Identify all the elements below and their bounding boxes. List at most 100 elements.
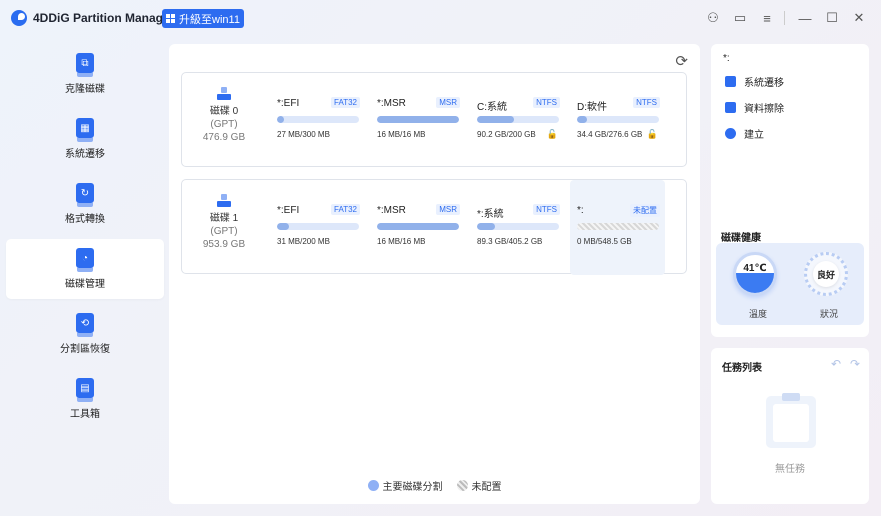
partition-usage: 27 MB/300 MB — [277, 130, 330, 139]
disk-type: (GPT) — [210, 226, 238, 237]
status-value: 良好 — [813, 261, 839, 287]
partition[interactable]: *:MSR MSR 16 MB/16 MB — [370, 180, 465, 275]
redo-icon[interactable]: ↷ — [850, 357, 860, 371]
partition-usage: 31 MB/200 MB — [277, 237, 330, 246]
legend: 主要磁碟分割 未配置 — [169, 478, 700, 493]
partition[interactable]: *:EFI FAT32 31 MB/200 MB — [270, 180, 365, 275]
upgrade-label: 升級至win11 — [179, 13, 240, 26]
unallocated-swatch-icon — [456, 480, 468, 491]
create-partition-icon — [725, 128, 736, 139]
usage-bar — [377, 116, 459, 123]
filesystem-badge: 未配置 — [630, 204, 660, 217]
partition-name: D:軟件 — [577, 102, 607, 113]
usage-bar-fill — [277, 116, 285, 123]
account-icon[interactable]: ⚇ — [701, 8, 725, 28]
action-create[interactable]: 建立 — [725, 126, 764, 141]
partition-name: *:MSR — [377, 205, 406, 216]
operations-panel: *: 系統遷移 資料擦除 建立 磁碟健康 41℃ 良好 溫度 狀況 — [711, 44, 869, 337]
partition[interactable]: *:MSR MSR 16 MB/16 MB — [370, 73, 465, 168]
sidebar-item-toolbox[interactable]: ▤ 工具箱 — [6, 369, 164, 429]
sidebar-item-label: 系統遷移 — [65, 149, 105, 160]
action-label: 資料擦除 — [744, 104, 784, 115]
status-label: 狀況 — [819, 309, 838, 319]
maximize-icon[interactable]: ☐ — [820, 8, 844, 28]
partition-unallocated[interactable]: *: 未配置 0 MB/548.5 GB — [570, 180, 665, 275]
usage-bar — [377, 223, 459, 230]
title-bar: 4DDiG Partition Manager 升級至win11 ⚇ ▭ ≡ —… — [0, 0, 881, 36]
usage-bar — [277, 116, 359, 123]
usage-bar-fill — [477, 116, 514, 123]
partition-recovery-icon: ⟲ — [76, 313, 94, 337]
usage-bar — [477, 116, 559, 123]
legend-unallocated: 未配置 — [456, 478, 502, 493]
disk-name: 磁碟 1 — [209, 213, 239, 224]
task-list-title: 任務列表 — [722, 363, 762, 374]
partition-name: *:MSR — [377, 98, 406, 109]
disk-health-box: 41℃ 良好 溫度 狀況 — [716, 243, 864, 325]
disk-icon — [217, 87, 231, 100]
temperature-label: 溫度 — [748, 309, 767, 319]
partition[interactable]: C:系統 NTFS 90.2 GB/200 GB 🔓 — [470, 73, 565, 168]
legend-primary-label: 主要磁碟分割 — [382, 482, 443, 493]
temperature-gauge: 41℃ — [733, 252, 777, 296]
usage-bar-fill — [477, 223, 496, 230]
no-task-text: 無任務 — [775, 464, 805, 475]
usage-bar-fill — [377, 223, 459, 230]
filesystem-badge: NTFS — [533, 97, 560, 108]
partition-usage: 90.2 GB/200 GB — [477, 130, 536, 139]
sidebar-item-disk-management[interactable]: ◔ 磁碟管理 — [6, 239, 164, 299]
refresh-icon[interactable]: ⟳ — [675, 52, 688, 70]
action-data-wipe[interactable]: 資料擦除 — [725, 100, 784, 115]
unlock-icon: 🔓 — [546, 129, 558, 139]
upgrade-win11-button[interactable]: 升級至win11 — [162, 9, 244, 28]
usage-bar-fill — [577, 116, 587, 123]
toolbox-icon: ▤ — [76, 378, 94, 402]
partition-usage: 34.4 GB/276.6 GB — [577, 130, 643, 139]
sidebar-item-label: 分割區恢復 — [60, 344, 110, 355]
legend-primary: 主要磁碟分割 — [367, 478, 443, 493]
sidebar-item-clone-disk[interactable]: ⧉ 克隆磁碟 — [6, 44, 164, 104]
partition-usage: 0 MB/548.5 GB — [577, 237, 632, 246]
sidebar-item-label: 格式轉換 — [65, 214, 105, 225]
sidebar-item-system-migration[interactable]: ▦ 系統遷移 — [6, 109, 164, 169]
minimize-icon[interactable]: — — [793, 8, 817, 28]
feedback-icon[interactable]: ▭ — [728, 8, 752, 28]
partition[interactable]: D:軟件 NTFS 34.4 GB/276.6 GB 🔓 — [570, 73, 665, 168]
window-controls: ⚇ ▭ ≡ — ☐ ✕ — [698, 8, 871, 28]
partition-name: *:EFI — [277, 98, 300, 109]
disk-size: 953.9 GB — [202, 239, 246, 250]
usage-bar-fill — [277, 223, 290, 230]
temperature-fill — [736, 273, 774, 293]
partition[interactable]: *:系統 NTFS 89.3 GB/405.2 GB — [470, 180, 565, 275]
partition[interactable]: *:EFI FAT32 27 MB/300 MB — [270, 73, 365, 168]
disk-management-icon: ◔ — [76, 248, 94, 272]
disk-card[interactable]: 磁碟 0 (GPT) 476.9 GB *:EFI FAT32 27 MB/300 MB *… — [181, 72, 687, 167]
undo-icon[interactable]: ↶ — [831, 357, 841, 371]
disk-size: 476.9 GB — [202, 132, 246, 143]
usage-bar — [577, 116, 659, 123]
filesystem-badge: NTFS — [633, 97, 660, 108]
sidebar-item-partition-recovery[interactable]: ⟲ 分割區恢復 — [6, 304, 164, 364]
app-logo-icon — [11, 10, 27, 26]
close-icon[interactable]: ✕ — [847, 8, 871, 28]
clipboard-icon — [766, 393, 816, 448]
system-migration-icon: ▦ — [76, 118, 94, 142]
usage-bar — [477, 223, 559, 230]
selected-partition-label: *: — [723, 53, 730, 64]
temperature-value: 41℃ — [743, 263, 767, 274]
sidebar-item-format-convert[interactable]: ↻ 格式轉換 — [6, 174, 164, 234]
sidebar: ⧉ 克隆磁碟 ▦ 系統遷移 ↻ 格式轉換 ◔ 磁碟管理 ⟲ 分割區恢復 ▤ 工具箱 — [6, 44, 164, 434]
partition-name: *: — [577, 205, 584, 216]
filesystem-badge: MSR — [436, 204, 460, 215]
windows-icon — [166, 14, 176, 23]
usage-bar — [277, 223, 359, 230]
disk-icon — [217, 194, 231, 207]
status-gauge: 良好 — [804, 252, 848, 296]
menu-icon[interactable]: ≡ — [755, 8, 779, 28]
legend-unallocated-label: 未配置 — [471, 482, 502, 493]
disk-health-title: 磁碟健康 — [721, 233, 761, 244]
disk-info: 磁碟 0 (GPT) 476.9 GB — [194, 87, 254, 144]
disk-card[interactable]: 磁碟 1 (GPT) 953.9 GB *:EFI FAT32 31 MB/200 MB *… — [181, 179, 687, 275]
sidebar-item-label: 工具箱 — [70, 409, 100, 420]
action-system-migration[interactable]: 系統遷移 — [725, 74, 784, 89]
